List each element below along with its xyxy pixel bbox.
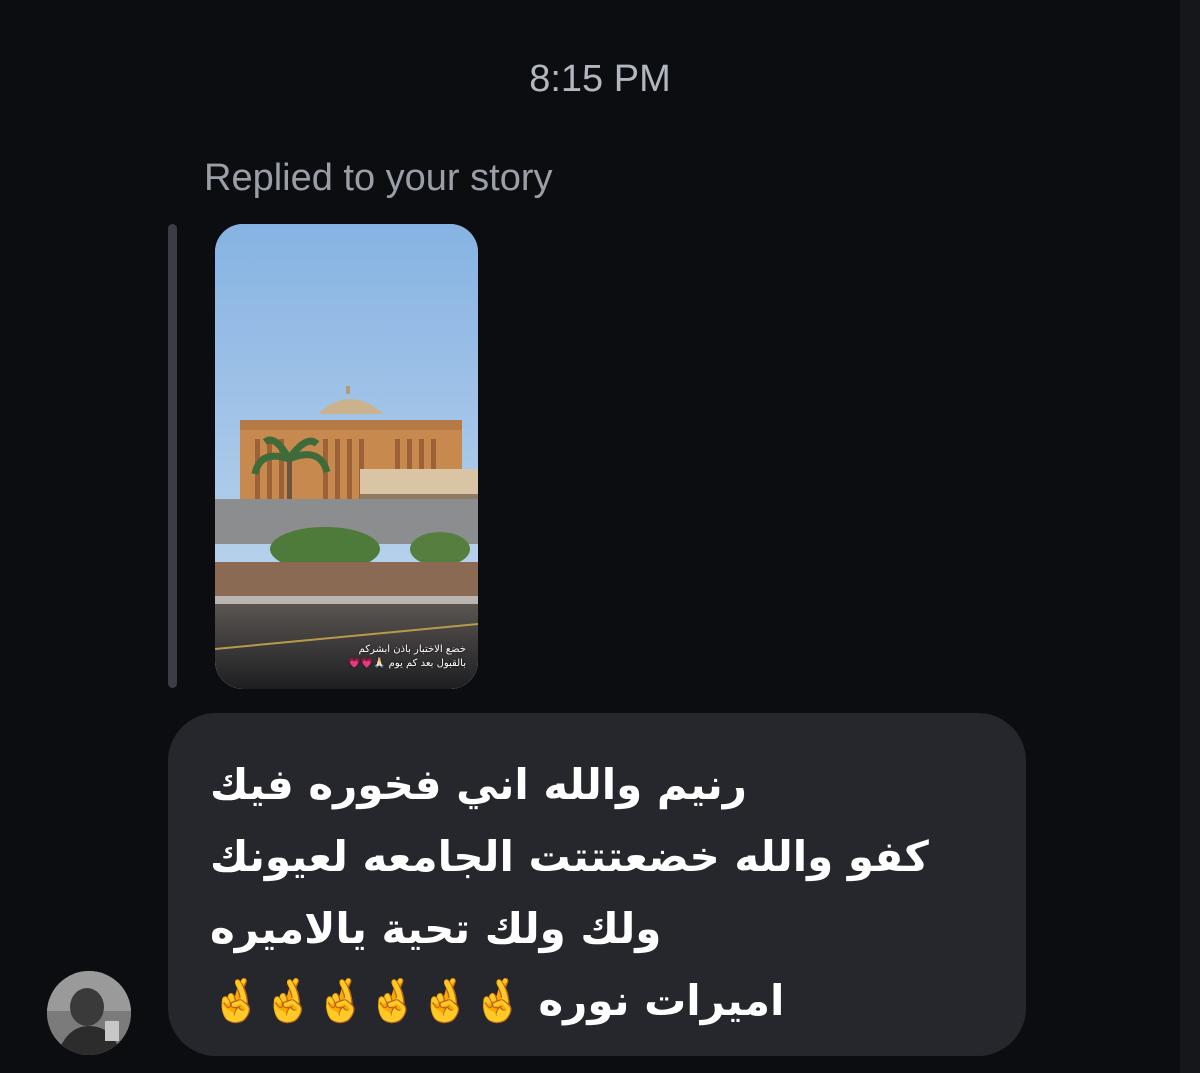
avatar-photo-icon <box>47 971 131 1055</box>
message-line-2: كفو والله خضعتتتت الجامعه لعيونك <box>210 832 929 881</box>
story-caption-line-2: بالقبول بعد كم يوم 🙏🏻💗💗 <box>348 658 466 669</box>
story-caption-line-1: خضع الاختبار باذن ابشركم <box>358 644 466 655</box>
message-line-3: ولك ولك تحية يالاميره <box>210 904 662 953</box>
story-image <box>215 224 478 689</box>
message-bubble[interactable]: رنيم والله اني فخوره فيك كفو والله خضعتت… <box>168 713 1026 1056</box>
message-line-4: اميرات نوره 🤞🤞🤞🤞🤞🤞 <box>210 976 785 1025</box>
story-thumbnail[interactable]: خضع الاختبار باذن ابشركم بالقبول بعد كم … <box>215 224 478 689</box>
message-line-1: رنيم والله اني فخوره فيك <box>210 760 747 809</box>
scrollbar-track[interactable] <box>1180 0 1200 1073</box>
message-timestamp: 8:15 PM <box>529 58 671 100</box>
story-caption: خضع الاختبار باذن ابشركم بالقبول بعد كم … <box>226 643 466 671</box>
replied-to-story-label: Replied to your story <box>204 157 553 199</box>
sender-avatar[interactable] <box>47 971 131 1055</box>
reply-indicator-bar <box>168 224 177 688</box>
